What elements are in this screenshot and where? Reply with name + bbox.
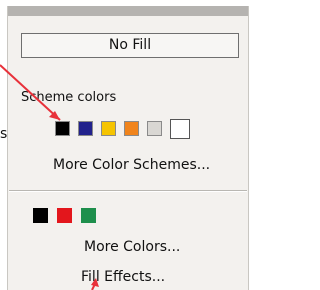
fill-color-menu-screenshot: No Fill Scheme colors More Color Schemes… [0, 0, 260, 290]
annotation-arrow-to-blue-swatch [0, 64, 61, 121]
annotation-arrow-to-fill-effects [91, 278, 99, 290]
annotation-arrows [0, 64, 99, 290]
